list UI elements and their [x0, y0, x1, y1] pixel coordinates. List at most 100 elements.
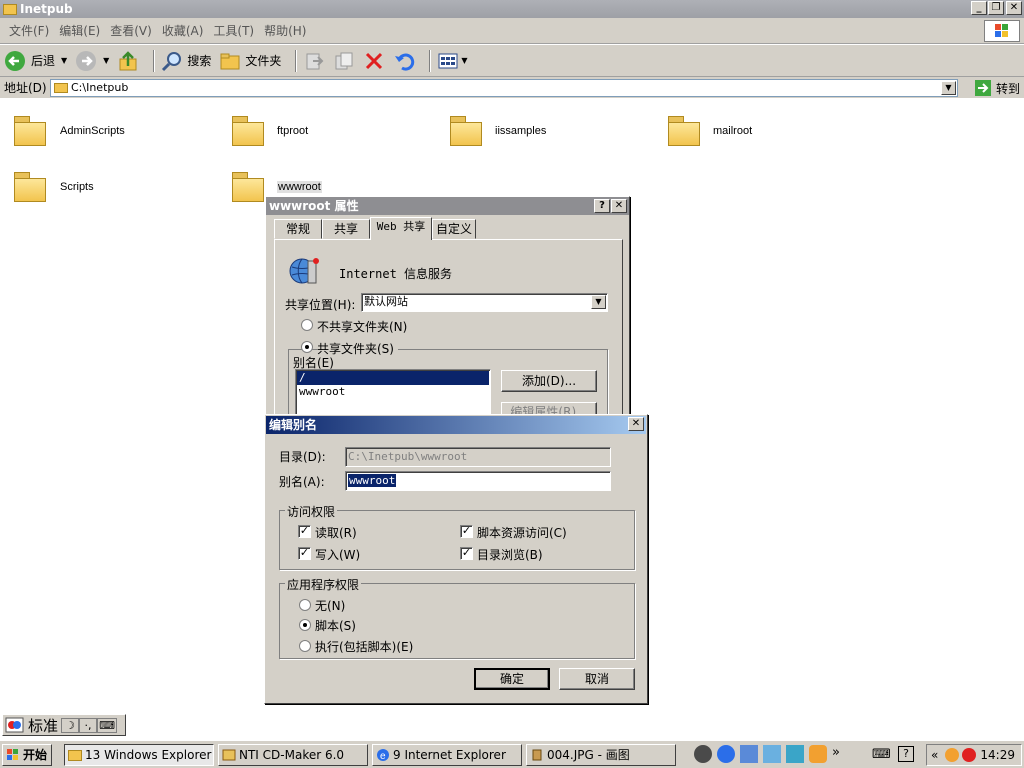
alias-listbox[interactable]: / wwwroot — [295, 369, 491, 415]
menu-file[interactable]: 文件(F) — [4, 22, 54, 39]
radio-app-execute[interactable] — [299, 640, 311, 652]
folder-label-iissamples[interactable]: iissamples — [495, 125, 546, 137]
media-player-icon[interactable] — [694, 745, 712, 763]
svg-text:e: e — [380, 751, 386, 762]
alias-input[interactable]: wwwroot — [345, 471, 611, 491]
search-label: 搜索 — [187, 54, 212, 68]
qq-tray-icon[interactable] — [945, 748, 959, 762]
back-label: 后退 — [31, 54, 56, 68]
delete-button[interactable] — [363, 50, 385, 72]
folder-icon[interactable] — [12, 170, 48, 202]
radio-no-share[interactable] — [301, 319, 313, 331]
close-button[interactable]: ✕ — [628, 417, 644, 431]
security-tray-icon[interactable] — [962, 748, 976, 762]
punctuation-icon[interactable]: ·, — [79, 717, 98, 733]
add-alias-button[interactable]: 添加(D)... — [501, 370, 597, 392]
search-button[interactable]: 搜索 — [161, 50, 211, 72]
tab-sharing[interactable]: 共享 — [322, 219, 370, 239]
half-width-icon[interactable]: ☽ — [61, 717, 80, 733]
write-checkbox[interactable]: ✓ — [298, 547, 311, 560]
ok-button[interactable]: 确定 — [474, 668, 550, 690]
directory-value: C:\Inetpub\wwwroot — [348, 450, 468, 463]
folder-icon[interactable] — [666, 114, 702, 146]
address-bar: 地址(D) C:\Inetpub ▼ 转到 — [0, 77, 1024, 99]
address-dropdown-button[interactable]: ▼ — [941, 81, 956, 95]
ime-logo-icon[interactable] — [5, 716, 25, 734]
cancel-button[interactable]: 取消 — [559, 668, 635, 690]
menu-edit[interactable]: 编辑(E) — [54, 22, 105, 39]
views-icon — [438, 53, 458, 68]
soft-keyboard-icon[interactable]: ⌨ — [97, 717, 118, 733]
folder-icon[interactable] — [12, 114, 48, 146]
outlook-icon[interactable] — [740, 745, 758, 763]
task-nti-cd-maker[interactable]: NTI CD-Maker 6.0 — [218, 744, 368, 766]
tab-general[interactable]: 常规 — [274, 219, 322, 239]
folder-icon[interactable] — [230, 114, 266, 146]
ie-icon: e — [377, 749, 389, 762]
go-button[interactable]: 转到 — [974, 78, 1020, 98]
forward-button[interactable]: ▼ — [75, 50, 109, 72]
folders-button[interactable]: 文件夹 — [219, 50, 281, 72]
menu-help[interactable]: 帮助(H) — [259, 22, 311, 39]
paint-icon — [532, 749, 542, 761]
tab-web-sharing[interactable]: Web 共享 — [370, 217, 432, 240]
address-label: 地址(D) — [4, 81, 47, 95]
keyboard-icon[interactable]: ⌨ — [872, 747, 891, 762]
radio-no-share-label: 不共享文件夹(N) — [317, 320, 408, 334]
folder-label-adminscripts[interactable]: AdminScripts — [60, 125, 125, 137]
back-button[interactable]: 后退 ▼ — [4, 50, 67, 72]
close-button[interactable]: ✕ — [611, 199, 627, 213]
copy-to-button[interactable] — [333, 50, 355, 72]
alias-list-item[interactable]: wwwroot — [297, 385, 489, 399]
undo-button[interactable] — [393, 50, 415, 72]
help-icon[interactable]: ? — [898, 746, 914, 762]
menu-tools[interactable]: 工具(T) — [208, 22, 259, 39]
address-field[interactable]: C:\Inetpub ▼ — [50, 79, 958, 97]
script-source-checkbox[interactable]: ✓ — [460, 525, 473, 538]
task-explorer[interactable]: 13 Windows Explorer — [64, 744, 214, 766]
tab-custom[interactable]: 自定义 — [432, 219, 476, 239]
help-button[interactable]: ? — [594, 199, 610, 213]
read-checkbox[interactable]: ✓ — [298, 525, 311, 538]
restore-button[interactable]: ❐ — [988, 1, 1004, 15]
shortcut-icon[interactable] — [786, 745, 804, 763]
radio-app-scripts[interactable] — [299, 619, 311, 631]
up-folder-button[interactable] — [117, 50, 139, 72]
folder-label-wwwroot[interactable]: wwwroot — [277, 181, 322, 193]
share-location-label: 共享位置(H): — [285, 298, 356, 312]
go-arrow-icon — [974, 80, 991, 96]
folder-label-ftproot[interactable]: ftproot — [277, 125, 308, 137]
qq-icon[interactable] — [809, 745, 827, 763]
network-icon[interactable] — [763, 745, 781, 763]
task-internet-explorer[interactable]: e 9 Internet Explorer — [372, 744, 522, 766]
share-location-dropdown-button[interactable]: ▼ — [591, 295, 606, 309]
ime-mode-label[interactable]: 标准 — [28, 715, 58, 736]
folder-label-scripts[interactable]: Scripts — [60, 181, 94, 193]
folder-icon[interactable] — [448, 114, 484, 146]
menu-view[interactable]: 查看(V) — [105, 22, 157, 39]
directory-browse-label: 目录浏览(B) — [477, 548, 543, 562]
more-icon[interactable]: » — [832, 745, 848, 763]
share-location-select[interactable]: 默认网站 ▼ — [361, 293, 608, 312]
folder-icon[interactable] — [230, 170, 266, 202]
ie-icon[interactable] — [717, 745, 735, 763]
tray-expand-icon[interactable]: « — [931, 745, 938, 765]
folder-label-mailroot[interactable]: mailroot — [713, 125, 752, 137]
close-button[interactable]: ✕ — [1006, 1, 1022, 15]
radio-app-none[interactable] — [299, 599, 311, 611]
start-button[interactable]: 开始 — [2, 744, 52, 766]
views-button[interactable]: ▼ — [437, 50, 468, 72]
minimize-button[interactable]: _ — [971, 1, 987, 15]
radio-share[interactable] — [301, 341, 313, 353]
chevron-down-icon[interactable]: ▼ — [61, 56, 67, 65]
menu-favorites[interactable]: 收藏(A) — [157, 22, 209, 39]
move-to-button[interactable] — [303, 50, 325, 72]
folder-icon — [68, 750, 82, 761]
chevron-down-icon[interactable]: ▼ — [103, 56, 109, 65]
task-paint[interactable]: 004.JPG - 画图 — [526, 744, 676, 766]
edit-alias-dialog-titlebar: 编辑别名 ✕ — [266, 416, 646, 434]
chevron-down-icon[interactable]: ▼ — [461, 56, 467, 65]
folders-icon — [220, 53, 240, 69]
alias-list-item[interactable]: / — [297, 371, 489, 385]
directory-browse-checkbox[interactable]: ✓ — [460, 547, 473, 560]
